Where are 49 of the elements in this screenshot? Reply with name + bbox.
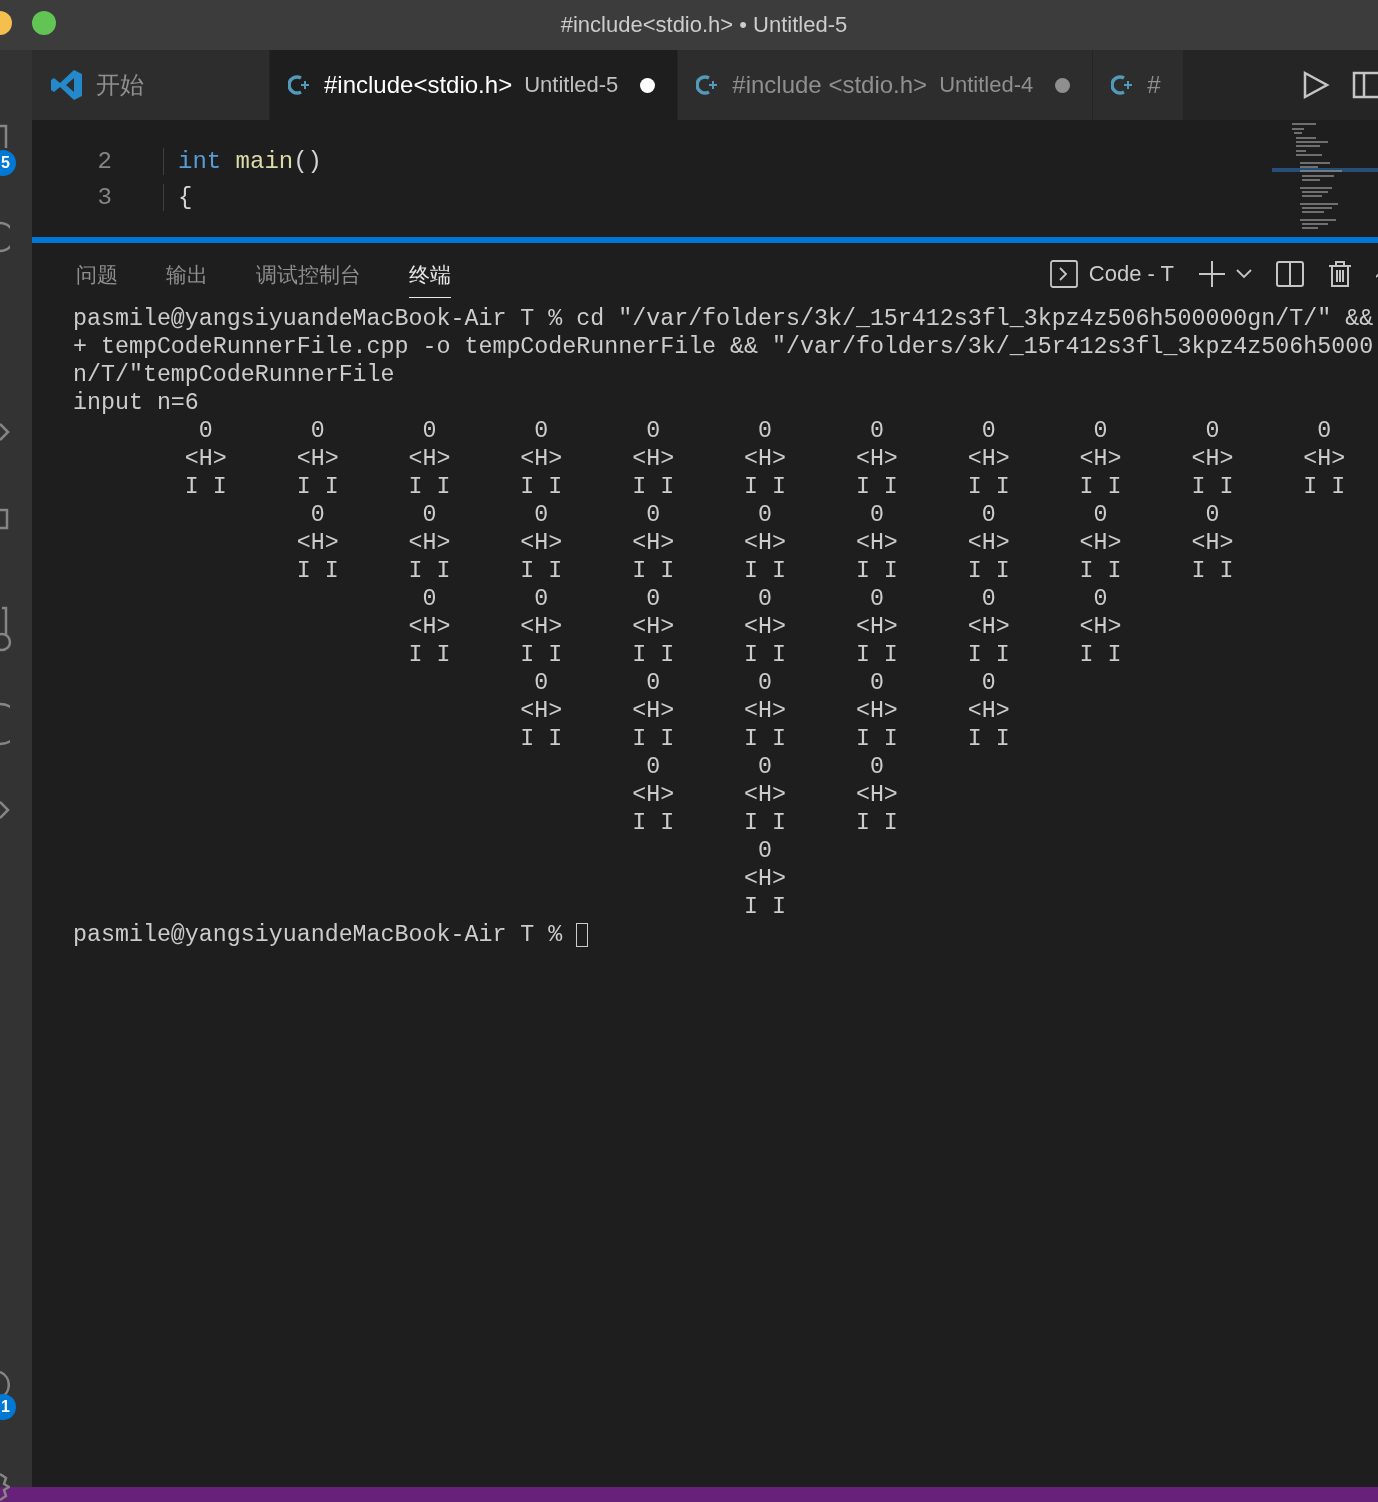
terminal-line: 0 0 0 0 0 0 0 bbox=[421, 585, 1109, 613]
split-terminal-icon[interactable] bbox=[1276, 261, 1304, 287]
terminal-line: I I I I I I bbox=[631, 809, 899, 837]
editor-tab[interactable]: 开始 bbox=[32, 50, 270, 120]
terminal-line: 0 0 0 0 0 0 0 0 0 bbox=[309, 501, 1221, 529]
terminal-line: n/T/"tempCodeRunnerFile bbox=[73, 361, 396, 389]
terminal-line: <H> <H> <H> bbox=[631, 781, 899, 809]
notification-badge: 1 bbox=[0, 1394, 16, 1420]
vscode-logo-icon bbox=[50, 68, 84, 102]
terminal-line: 0 0 0 0 0 0 0 0 0 0 0 bbox=[197, 417, 1333, 445]
terminal-line: I I bbox=[743, 893, 787, 921]
terminal-line: <H> <H> <H> <H> <H> bbox=[519, 697, 1011, 725]
notification-badge: 5 bbox=[0, 150, 16, 176]
chevron-down-icon[interactable] bbox=[1236, 269, 1252, 279]
terminal-line: 0 0 0 0 0 bbox=[533, 669, 997, 697]
terminal-line: input n=6 bbox=[73, 389, 200, 417]
terminal-line: I I I I I I I I I I I I I I bbox=[407, 641, 1123, 669]
terminal-line: 0 0 0 bbox=[645, 753, 885, 781]
terminal-line: I I I I I I I I I I I I I I I I I I I I I I bbox=[183, 473, 1347, 501]
panel-tab[interactable]: 输出 bbox=[166, 250, 208, 298]
panel-tab[interactable]: 问题 bbox=[76, 250, 118, 298]
line-number: 3 bbox=[96, 183, 112, 211]
trash-icon[interactable] bbox=[1328, 260, 1352, 288]
add-icon[interactable] bbox=[1198, 260, 1226, 288]
panel-tab[interactable]: 终端 bbox=[409, 250, 451, 298]
window-title: #include<stdio.h> • Untitled-5 bbox=[560, 12, 848, 38]
terminal-line: <H> <H> <H> <H> <H> <H> <H> bbox=[407, 613, 1123, 641]
editor-tab[interactable]: # bbox=[1093, 50, 1184, 120]
terminal-cursor bbox=[576, 923, 589, 947]
code-line: int main() bbox=[163, 147, 323, 175]
terminal-prompt: pasmile@yangsiyuandeMacBook-Air T % bbox=[73, 921, 563, 949]
zoom-button[interactable] bbox=[32, 11, 56, 35]
split-editor-icon[interactable] bbox=[1352, 71, 1378, 99]
terminal-selector[interactable]: Code - T bbox=[1088, 261, 1174, 287]
terminal-line: <H> bbox=[743, 865, 787, 893]
terminal-line: I I I I I I I I I I I I I I I I I I bbox=[295, 557, 1235, 585]
cpp-file-icon bbox=[288, 74, 312, 96]
code-line: { bbox=[163, 183, 193, 211]
terminal-line: <H> <H> <H> <H> <H> <H> <H> <H> <H> bbox=[295, 529, 1235, 557]
editor-tab[interactable]: #include<stdio.h> Untitled-5 bbox=[270, 50, 679, 120]
line-number: 2 bbox=[96, 147, 112, 175]
terminal-icon bbox=[1048, 259, 1079, 289]
editor-tab[interactable]: #include <stdio.h> Untitled-4 bbox=[678, 50, 1094, 120]
terminal-line: + tempCodeRunnerFile.cpp -o tempCodeRunnerFile && "/var/folders/3k/_15r412s3fl_3kpz4z506h5000 bbox=[73, 333, 1375, 361]
panel-tab[interactable]: 调试控制台 bbox=[256, 250, 361, 298]
terminal-line: I I I I I I I I I I bbox=[519, 725, 1011, 753]
terminal-line: 0 bbox=[757, 837, 774, 865]
terminal-line: pasmile@yangsiyuandeMacBook-Air T % cd "/var/folders/3k/_15r412s3fl_3kpz4z506h500000gn/T/" && bbox=[73, 305, 1375, 333]
terminal-line: <H> <H> <H> <H> <H> <H> <H> <H> <H> <H> <H> bbox=[183, 445, 1347, 473]
